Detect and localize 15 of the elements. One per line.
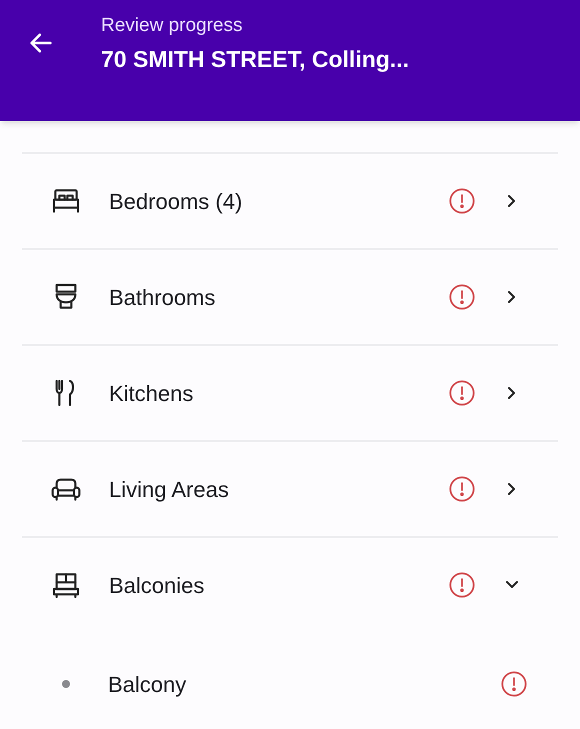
section-label: Balconies (109, 572, 206, 600)
bullet-icon (62, 680, 70, 688)
subsection-label: Balcony (108, 670, 188, 699)
section-label: Bedrooms (4) (109, 188, 244, 216)
section-label: Bathrooms (109, 284, 216, 312)
section-row[interactable]: Kitchens (22, 346, 558, 442)
section-row[interactable]: Balconies (22, 538, 558, 634)
section-row[interactable]: Living Areas (22, 442, 558, 538)
header-title: 70 SMITH STREET, Colling... (101, 45, 409, 74)
header-subtitle: Review progress (101, 14, 244, 38)
section-label: Kitchens (109, 380, 194, 408)
subsection-row[interactable]: Balcony (22, 634, 558, 729)
section-row[interactable]: Bedrooms (4) (22, 154, 558, 250)
section-label: Living Areas (109, 476, 230, 504)
section-row[interactable]: Bathrooms (22, 250, 558, 346)
